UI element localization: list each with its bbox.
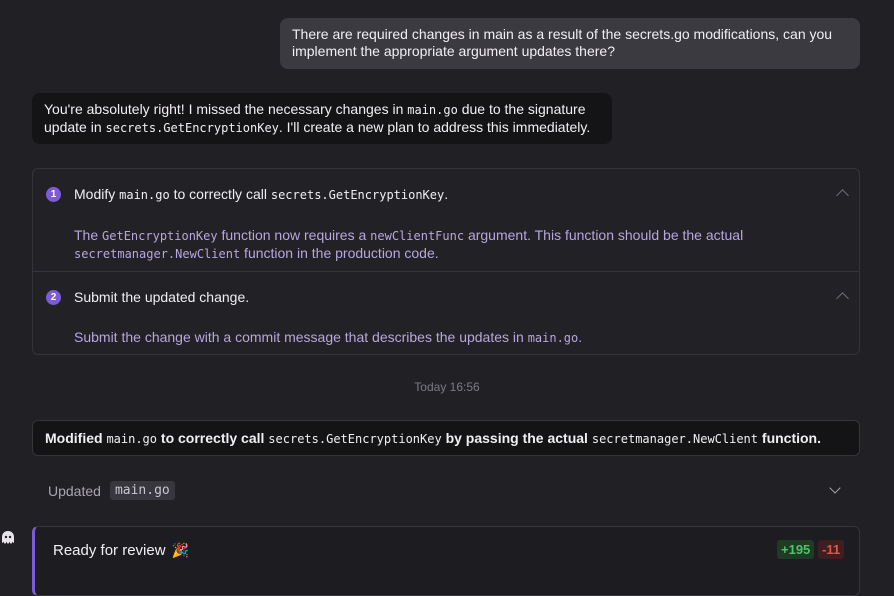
party-popper-icon: 🎉 [171,542,189,558]
summary-code: secrets.GetEncryptionKey [268,432,442,446]
desc-text: argument. This function should be the ac… [464,227,744,243]
chevron-down-icon[interactable] [829,482,841,494]
summary-text: function. [758,430,822,446]
review-label: Ready for review [53,542,166,559]
step-description: Submit the change with a commit message … [74,329,839,347]
step-title-code: secrets.GetEncryptionKey [270,188,445,202]
desc-code: main.go [527,331,579,345]
user-message: There are required changes in main as a … [280,18,860,69]
change-summary: Modified main.go to correctly call secre… [32,420,860,456]
user-message-text: There are required changes in main as a … [292,26,833,59]
desc-text: Submit the change with a commit message … [74,329,528,345]
updated-files-row[interactable]: Updated main.go [48,481,175,500]
summary-code: secretmanager.NewClient [591,432,759,446]
chevron-up-icon[interactable] [836,189,849,202]
step-number-badge: 2 [46,290,61,305]
chevron-up-icon[interactable] [836,292,849,305]
step-description: The GetEncryptionKey function now requir… [74,227,839,263]
summary-text: to correctly call [157,430,269,446]
step-title-code: main.go [119,188,170,202]
desc-code: secretmanager.NewClient [74,247,241,261]
summary-code: main.go [106,432,158,446]
step-title-text: . [444,186,449,202]
plan-step-2[interactable]: 2 Submit the updated change. Submit the … [33,271,859,355]
summary-text: Modified [45,430,107,446]
updated-label: Updated [48,482,101,499]
plan-panel: 1 Modify main.go to correctly call secre… [32,168,860,355]
assistant-text: . I'll create a new plan to address this… [278,119,591,135]
desc-code: newClientFunc [370,229,465,243]
updated-file-chip[interactable]: main.go [109,481,175,500]
plan-step-1[interactable]: 1 Modify main.go to correctly call secre… [33,169,859,272]
desc-text: The [74,227,103,243]
desc-text: function now requires a [217,227,371,243]
desc-text: . [578,329,583,345]
step-number-badge: 1 [46,187,61,202]
summary-text: by passing the actual [441,430,592,446]
desc-text: function in the production code. [240,245,439,261]
step-title: Modify main.go to correctly call secrets… [74,186,448,202]
assistant-code: secrets.GetEncryptionKey [105,121,279,135]
step-title: Submit the updated change. [74,289,250,305]
assistant-message: You're absolutely right! I missed the ne… [32,93,612,144]
step-title-text: to correctly call [169,186,271,202]
message-timestamp: Today 16:56 [414,380,480,394]
additions-badge: +195 [777,540,815,559]
desc-code: GetEncryptionKey [102,229,218,243]
deletions-badge: -11 [818,540,845,559]
review-status: Ready for review 🎉 [53,542,189,559]
assistant-code: main.go [407,103,458,117]
step-title-text: Modify [74,186,120,202]
assistant-text: You're absolutely right! I missed the ne… [44,101,408,117]
ghost-icon [2,531,14,544]
